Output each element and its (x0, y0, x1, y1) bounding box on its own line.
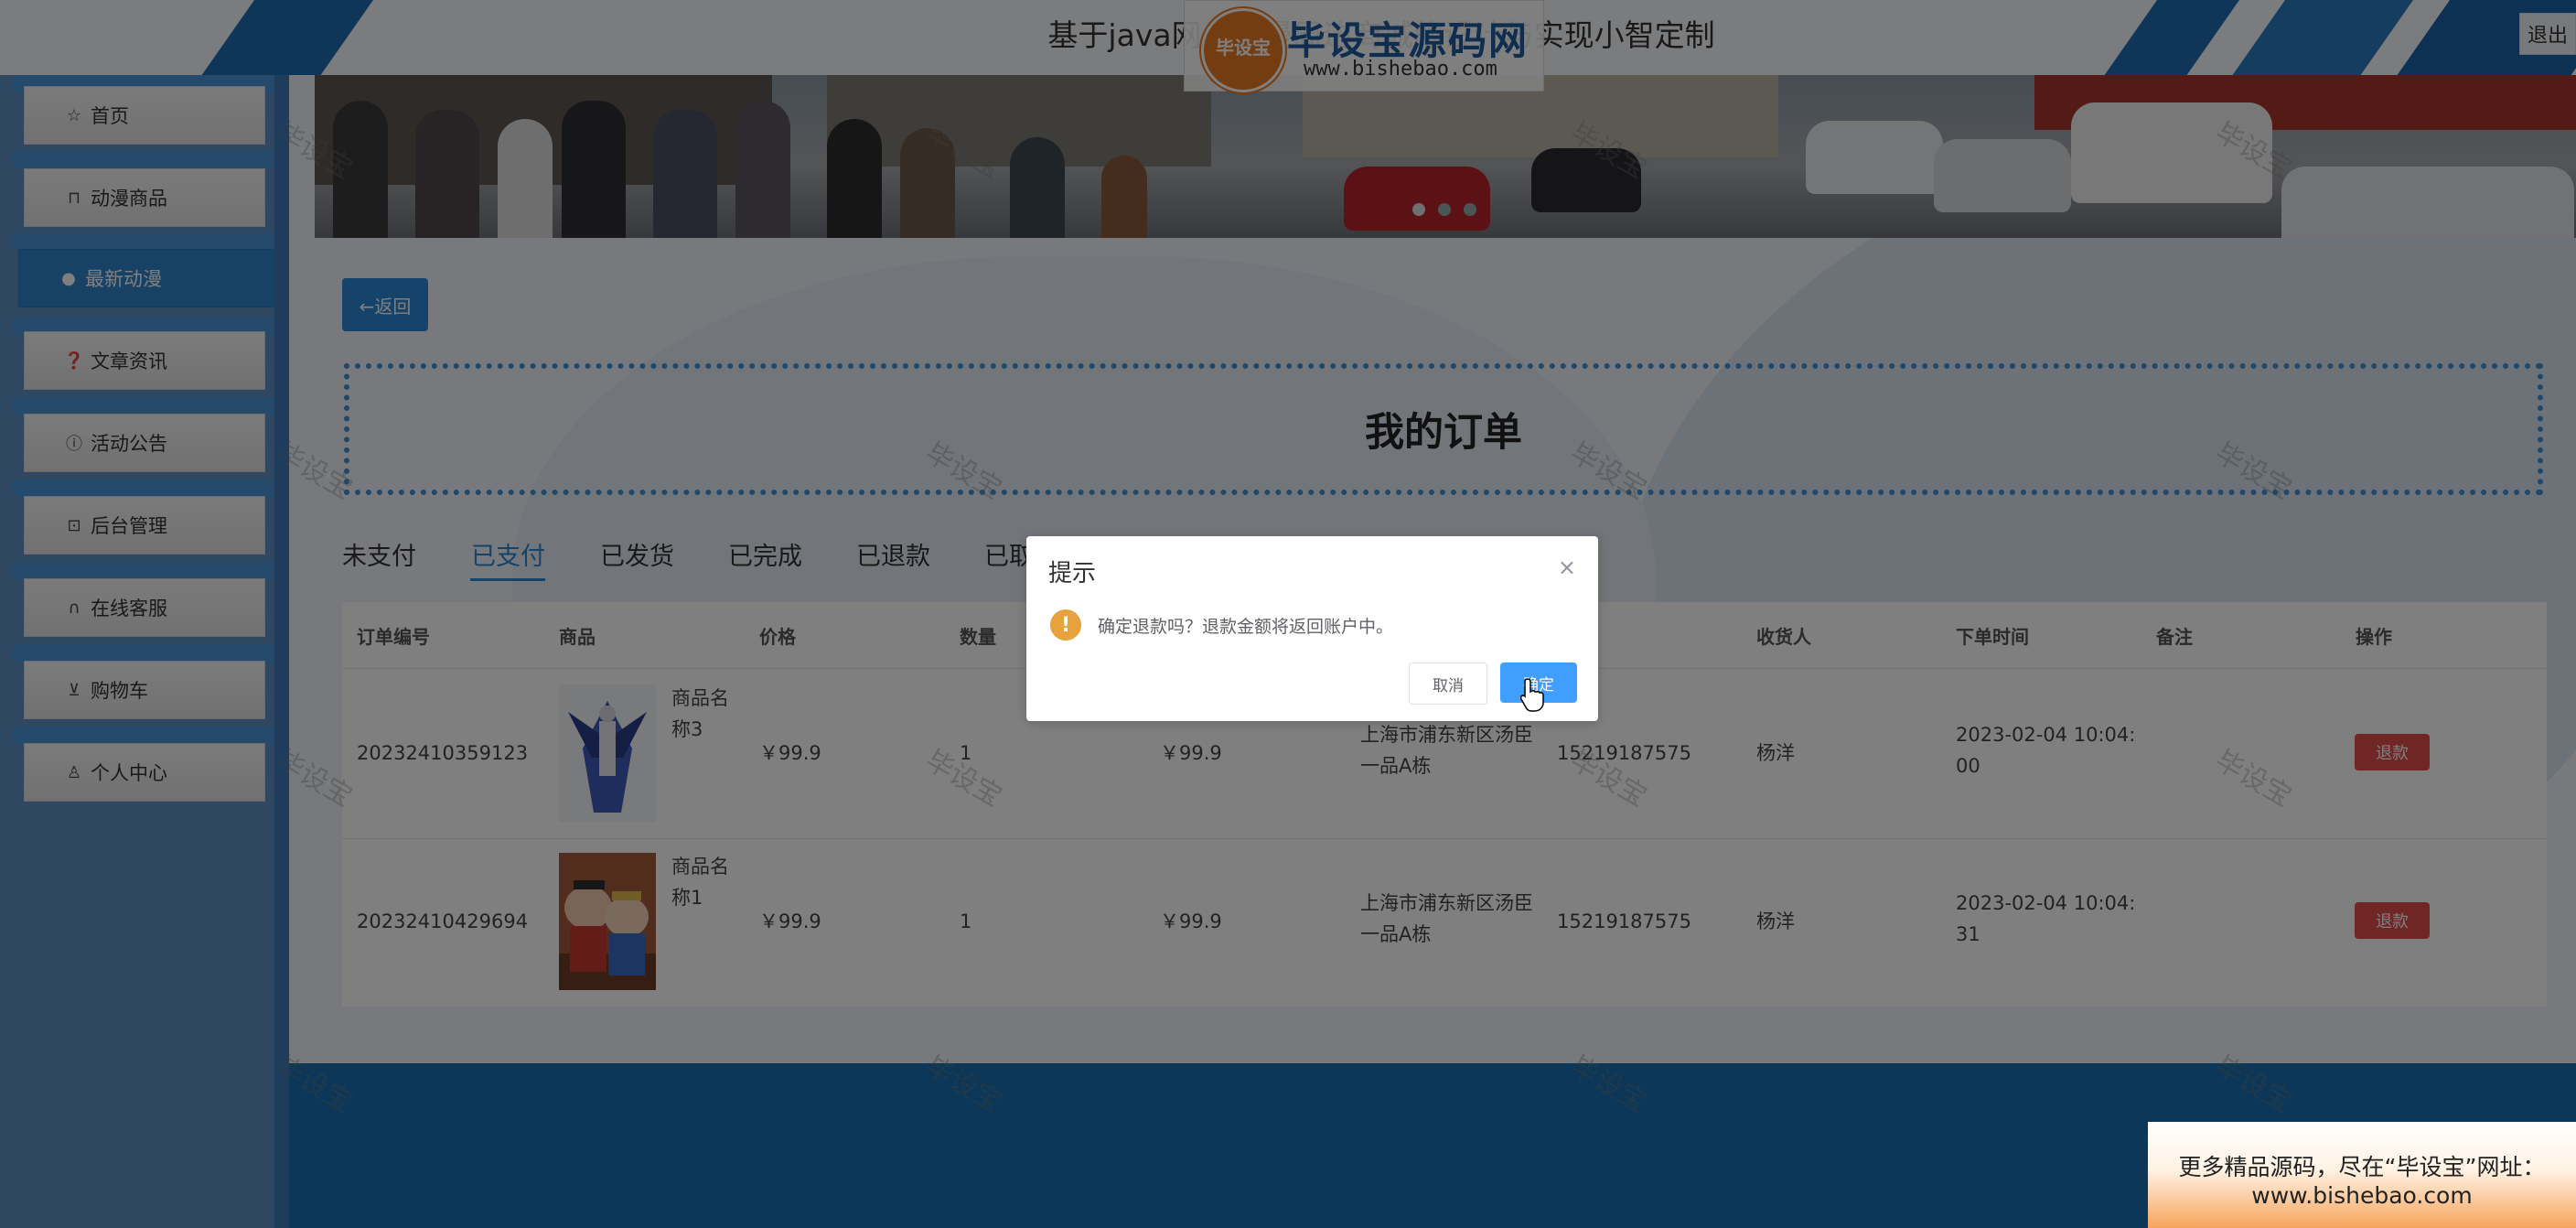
promo-url: www.bishebao.com (2251, 1182, 2473, 1209)
promo-line: 更多精品源码，尽在“毕设宝”网址： (2178, 1154, 2546, 1180)
dialog-title: 提示 (1048, 560, 1097, 587)
hand-cursor-icon (1520, 678, 1544, 712)
close-icon[interactable]: × (1558, 555, 1576, 580)
dialog-message: 确定退款吗？退款金额将返回账户中。 (1098, 617, 1394, 637)
confirm-refund-dialog: 提示 × ! 确定退款吗？退款金额将返回账户中。 取消 确定 (1026, 536, 1598, 721)
warning-icon: ! (1050, 609, 1081, 641)
cancel-button[interactable]: 取消 (1409, 662, 1487, 705)
promo-banner: 更多精品源码，尽在“毕设宝”网址： www.bishebao.com (2148, 1122, 2576, 1228)
